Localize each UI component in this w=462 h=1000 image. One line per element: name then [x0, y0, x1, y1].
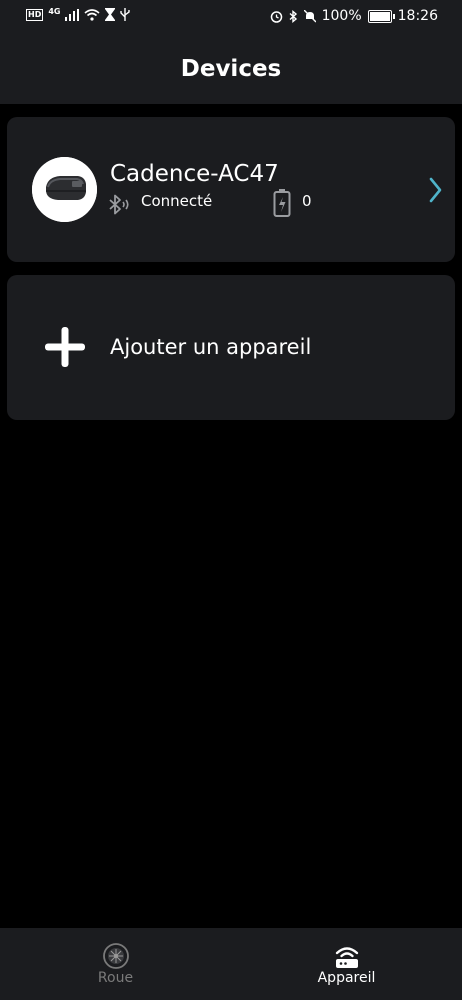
bluetooth-icon [289, 9, 297, 23]
battery-icon [367, 9, 395, 23]
usb-icon [120, 8, 131, 21]
chevron-right-icon[interactable] [425, 175, 445, 205]
device-name: Cadence-AC47 [110, 161, 279, 187]
device-icon [335, 947, 358, 968]
alarm-icon [270, 10, 282, 23]
bluetooth-icon [109, 194, 129, 215]
cadence-sensor-image [32, 157, 97, 222]
clock: 18:26 [397, 8, 438, 24]
network-type-label: 4G [48, 7, 61, 16]
battery-percent: 100% [321, 8, 362, 24]
status-bar-right: 100% 18:26 [270, 8, 438, 24]
battery-value: 0 [302, 192, 312, 210]
screen: HD 4G 100% 18:26 Devices Cadence-AC47 Co… [0, 0, 462, 1000]
hourglass-icon [105, 8, 116, 21]
status-bar: HD 4G 100% 18:26 [0, 0, 462, 34]
add-device-button[interactable]: Ajouter un appareil [7, 275, 455, 420]
nav-item-roue[interactable]: Roue [0, 928, 231, 1000]
nav-label-appareil: Appareil [317, 970, 376, 986]
connection-status: Connecté [141, 192, 213, 210]
bottom-nav: Roue Appareil [0, 928, 462, 1000]
app-header: Devices [0, 34, 462, 104]
battery-charging-icon [273, 189, 291, 217]
signal-icon [65, 8, 80, 21]
page-title: Devices [180, 56, 282, 82]
hd-icon: HD [26, 8, 44, 21]
device-card[interactable]: Cadence-AC47 Connecté 0 [7, 117, 455, 262]
wheel-icon [102, 943, 129, 969]
add-device-label: Ajouter un appareil [110, 335, 312, 359]
plus-icon [45, 327, 85, 367]
nav-item-appareil[interactable]: Appareil [231, 928, 462, 1000]
wifi-icon [84, 8, 101, 21]
mute-icon [303, 9, 316, 22]
battery-fill [369, 11, 390, 21]
status-bar-left: HD 4G [26, 7, 131, 21]
nav-label-roue: Roue [97, 970, 134, 986]
